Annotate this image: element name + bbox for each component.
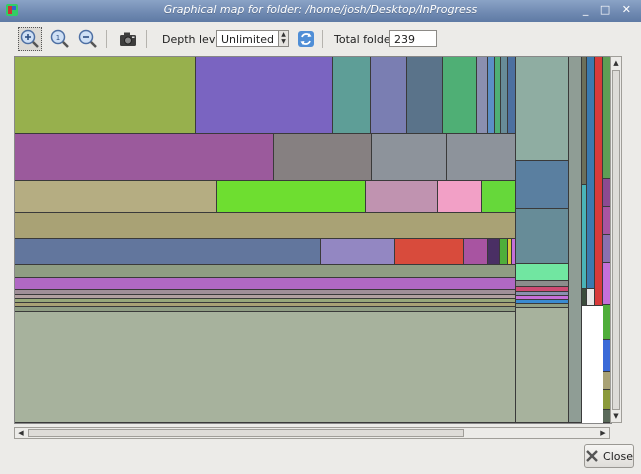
- treemap-canvas[interactable]: [14, 56, 612, 424]
- screenshot-button[interactable]: [116, 27, 140, 51]
- scroll-right-arrow[interactable]: ▶: [597, 428, 609, 438]
- close-button[interactable]: Close: [584, 444, 634, 468]
- horizontal-scroll-thumb[interactable]: [28, 429, 464, 437]
- refresh-button[interactable]: [294, 27, 318, 51]
- treemap-rect[interactable]: [15, 239, 321, 265]
- title-bar[interactable]: Graphical map for folder: /home/josh/Des…: [0, 0, 641, 22]
- toolbar-separator: [146, 30, 147, 48]
- treemap-rect[interactable]: [464, 239, 488, 265]
- treemap-rect[interactable]: [516, 308, 569, 423]
- treemap-rect[interactable]: [274, 134, 372, 181]
- treemap-rect[interactable]: [501, 57, 508, 134]
- window-title: Graphical map for folder: /home/josh/Des…: [163, 3, 478, 16]
- treemap-rect[interactable]: [438, 181, 482, 213]
- treemap-rect[interactable]: [516, 209, 569, 264]
- treemap-rect[interactable]: [488, 57, 495, 134]
- treemap-rect[interactable]: [333, 57, 371, 134]
- zoom-out-button[interactable]: [76, 27, 100, 51]
- toolbar-separator: [322, 30, 323, 48]
- refresh-icon: [298, 31, 314, 47]
- treemap-rect[interactable]: [569, 57, 582, 423]
- treemap-rect[interactable]: [407, 57, 443, 134]
- vertical-scrollbar[interactable]: ▲ ▼: [610, 56, 622, 423]
- treemap-rect[interactable]: [366, 181, 438, 213]
- svg-text:1: 1: [56, 34, 60, 42]
- treemap-rect[interactable]: [15, 278, 516, 290]
- treemap-rect[interactable]: [447, 134, 516, 181]
- depth-level-combo[interactable]: Unlimited: [216, 30, 279, 47]
- treemap-rect[interactable]: [372, 134, 447, 181]
- treemap-rect[interactable]: [371, 57, 407, 134]
- horizontal-scrollbar[interactable]: ◀ ▶: [14, 427, 610, 439]
- treemap-rect[interactable]: [587, 289, 595, 306]
- treemap-rect[interactable]: [395, 239, 464, 265]
- treemap-rect[interactable]: [15, 181, 217, 213]
- vertical-scroll-thumb[interactable]: [612, 70, 620, 410]
- zoom-original-button[interactable]: 1: [48, 27, 72, 51]
- treemap-rect[interactable]: [500, 239, 508, 265]
- treemap-rect[interactable]: [508, 57, 516, 134]
- treemap-rect[interactable]: [15, 57, 196, 134]
- treemap-rect[interactable]: [477, 57, 488, 134]
- treemap-rect[interactable]: [587, 57, 595, 289]
- scroll-up-arrow[interactable]: ▲: [611, 57, 621, 69]
- treemap-rect[interactable]: [516, 161, 569, 209]
- treemap-rect[interactable]: [217, 181, 366, 213]
- scroll-left-arrow[interactable]: ◀: [15, 428, 27, 438]
- scroll-down-arrow[interactable]: ▼: [611, 410, 621, 422]
- treemap-rect[interactable]: [15, 265, 516, 278]
- toolbar-separator: [106, 30, 107, 48]
- window-controls[interactable]: _ □ ✕: [583, 3, 635, 16]
- treemap-rect[interactable]: [15, 213, 516, 239]
- treemap-rect[interactable]: [443, 57, 477, 134]
- camera-icon: [120, 32, 136, 46]
- app-window: Graphical map for folder: /home/josh/Des…: [0, 0, 641, 474]
- treemap-rect[interactable]: [196, 57, 333, 134]
- treemap-rect[interactable]: [488, 239, 500, 265]
- toolbar: 1 Depth level: Unlimited ▲ ▼ Total folde…: [0, 22, 641, 56]
- zoom-in-button[interactable]: [18, 27, 42, 51]
- treemap-rect[interactable]: [516, 57, 569, 161]
- zoom-in-icon: [20, 29, 39, 48]
- treemap-rect[interactable]: [595, 57, 603, 306]
- treemap-rect[interactable]: [15, 312, 516, 423]
- zoom-original-icon: 1: [50, 29, 69, 48]
- treemap-rect[interactable]: [516, 264, 569, 281]
- close-icon: [586, 450, 598, 462]
- depth-level-spinner[interactable]: ▲ ▼: [278, 30, 289, 47]
- zoom-out-icon: [78, 29, 97, 48]
- treemap-rect[interactable]: [321, 239, 395, 265]
- close-button-label: Close: [603, 449, 633, 463]
- treemap-rect[interactable]: [482, 181, 516, 213]
- treemap-rect[interactable]: [15, 134, 274, 181]
- total-folders-field: 239: [389, 30, 437, 47]
